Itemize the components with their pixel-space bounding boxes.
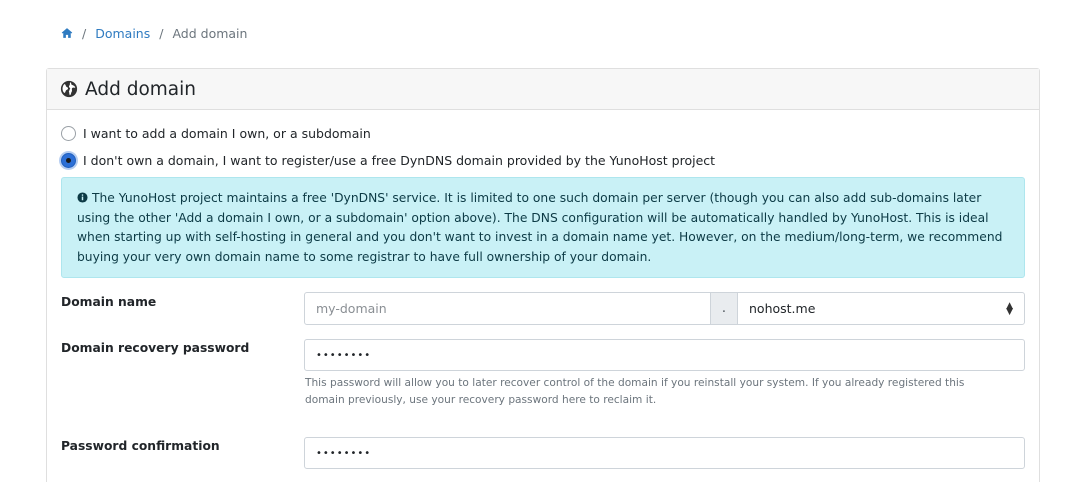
breadcrumb-current: Add domain: [172, 25, 248, 41]
recovery-password-help: This password will allow you to later re…: [305, 377, 965, 406]
domain-name-label: Domain name: [61, 295, 157, 309]
password-confirmation-value: ••••••••: [316, 447, 372, 459]
breadcrumb-separator: /: [159, 25, 164, 41]
domain-suffix-select[interactable]: nohost.me ▲ ▼: [737, 292, 1025, 325]
domain-name-input[interactable]: my-domain: [304, 292, 711, 325]
recovery-password-value: ••••••••: [316, 349, 372, 361]
password-confirmation-label: Password confirmation: [61, 439, 220, 453]
password-confirmation-input[interactable]: ••••••••: [304, 437, 1025, 469]
card-title: Add domain: [85, 78, 196, 100]
domain-dot-separator: .: [711, 292, 737, 325]
domain-name-placeholder: my-domain: [316, 301, 387, 316]
recovery-password-input[interactable]: ••••••••: [304, 339, 1025, 371]
breadcrumb: / Domains / Add domain: [61, 24, 247, 42]
card-header: Add domain: [47, 69, 1039, 110]
recovery-password-label: Domain recovery password: [61, 341, 250, 355]
globe-icon: [60, 80, 78, 98]
radio-button-dyndns[interactable]: [61, 153, 76, 168]
radio-button-own-domain[interactable]: [61, 126, 76, 141]
select-arrows-icon: ▲ ▼: [1006, 300, 1013, 317]
home-icon[interactable]: [61, 27, 73, 39]
alert-text: The YunoHost project maintains a free 'D…: [77, 191, 1003, 264]
radio-label-dyndns: I don't own a domain, I want to register…: [83, 153, 716, 168]
radio-label-own-domain: I want to add a domain I own, or a subdo…: [83, 126, 371, 141]
add-domain-card: Add domain I want to add a domain I own,…: [46, 68, 1040, 482]
breadcrumb-domains-link[interactable]: Domains: [95, 26, 150, 41]
info-circle-icon: [77, 192, 88, 203]
radio-dyndns[interactable]: I don't own a domain, I want to register…: [61, 153, 715, 168]
radio-own-domain[interactable]: I want to add a domain I own, or a subdo…: [61, 126, 371, 141]
domain-name-input-group: my-domain . nohost.me ▲ ▼: [304, 292, 1025, 325]
domain-suffix-value: nohost.me: [749, 301, 816, 316]
dyndns-info-alert: The YunoHost project maintains a free 'D…: [61, 177, 1025, 278]
breadcrumb-separator: /: [82, 25, 87, 41]
